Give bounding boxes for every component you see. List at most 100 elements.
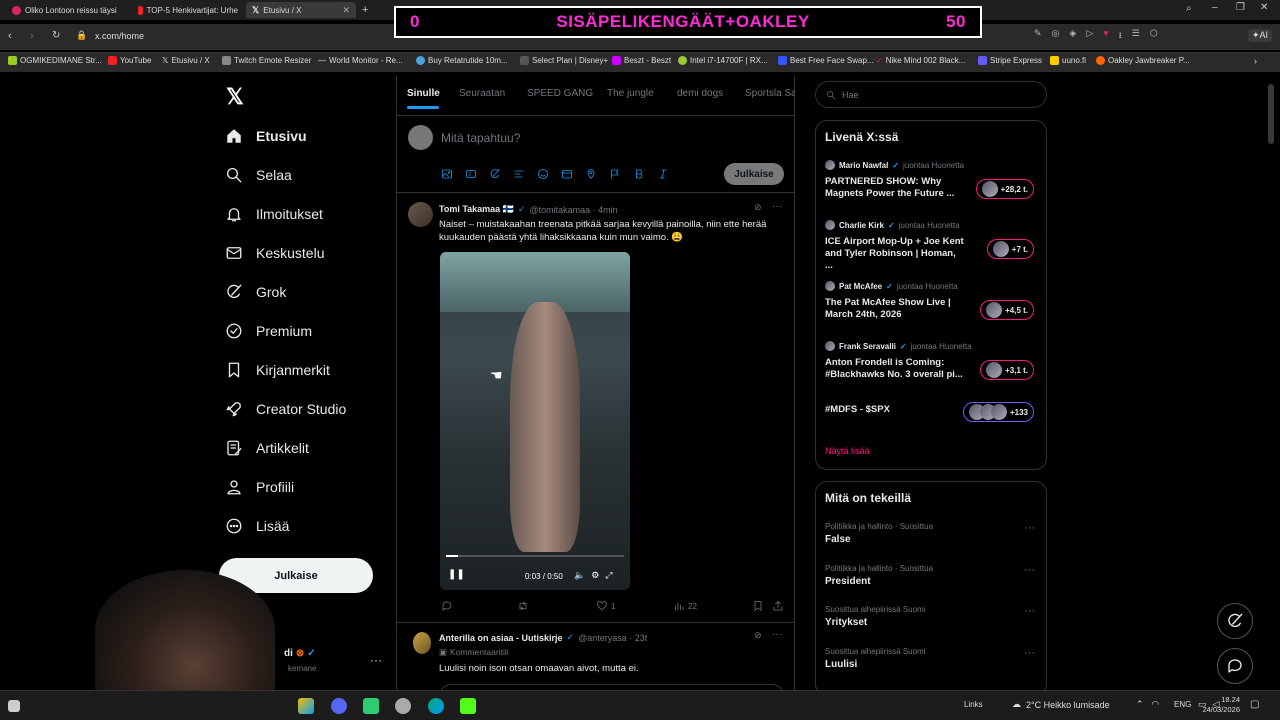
composer-input[interactable]: Mitä tapahtuu? [441, 131, 520, 145]
start-icon[interactable] [8, 700, 20, 712]
x-logo-icon[interactable]: 𝕏 [226, 84, 244, 110]
nav-item-articles[interactable]: Artikkelit [225, 437, 309, 459]
tweet-more-icon[interactable]: ··· [772, 629, 782, 640]
tab-for-you[interactable]: Sinulle [407, 88, 440, 99]
clock[interactable]: 18.24 24/03/2026 [1200, 695, 1240, 715]
search-tabs-icon[interactable]: ⌕ [1186, 3, 1192, 14]
settings-icon[interactable]: ⚙ [591, 570, 599, 581]
wifi-icon[interactable]: ◠ [1152, 699, 1160, 710]
video-player[interactable]: ❚❚ 0:03 / 0:50 🔈 ⚙ ⤢ [440, 252, 630, 590]
nav-item-explore[interactable]: Selaa [225, 164, 292, 186]
bookmark-icon[interactable] [752, 600, 764, 612]
copilot-icon[interactable] [298, 698, 314, 714]
author-handle[interactable]: @tomitakamaa · 4min [529, 205, 617, 215]
language-indicator[interactable]: ENG [1174, 700, 1191, 709]
more-bookmarks-icon[interactable]: › [1254, 56, 1257, 66]
nav-item-more[interactable]: Lisää [225, 515, 289, 537]
download-icon[interactable]: ⭳ [1119, 28, 1122, 46]
tab-sports[interactable]: Sportsla Sa [745, 88, 795, 99]
tab-demi-dogs[interactable]: demi dogs [677, 88, 723, 99]
scrollbar-thumb[interactable] [1268, 84, 1274, 144]
share-icon[interactable] [772, 600, 784, 612]
messages-float-button[interactable] [1217, 648, 1253, 684]
weather-widget[interactable]: ☁ 2°C Heikko lumisade [1012, 699, 1110, 710]
bookmark[interactable]: YouTube [108, 56, 151, 65]
live-item[interactable]: Charlie Kirk ✓ juontaa Huonetta ICE Airpor… [825, 220, 1040, 272]
nav-item-grok[interactable]: Grok [225, 281, 286, 303]
reload-icon[interactable]: ↻ [52, 30, 60, 41]
maximize-icon[interactable]: ❐ [1236, 2, 1245, 13]
bookmark[interactable]: Intel i7-14700F | RX... [678, 56, 768, 65]
ai-button[interactable]: ✦AI [1248, 29, 1273, 42]
notifications-icon[interactable]: ▢ [1250, 699, 1259, 710]
shield-icon[interactable]: ◈ [1069, 28, 1076, 46]
bookmark[interactable]: Oakley Jawbreaker P... [1096, 56, 1190, 65]
grok-icon[interactable]: ⊘ [754, 630, 762, 641]
forward-icon[interactable]: › [30, 30, 34, 42]
nav-item-notifications[interactable]: Ilmoitukset [225, 203, 323, 225]
account-name[interactable]: di ⊗ ✓ [284, 648, 316, 659]
kick-icon[interactable] [460, 698, 476, 714]
bold-icon[interactable] [633, 168, 645, 180]
show-more-link[interactable]: Näytä lisää [825, 446, 870, 456]
emoji-icon[interactable] [537, 168, 549, 180]
avatar[interactable] [413, 632, 431, 654]
browser-tab[interactable]: Oliko Lontoon reissu täysi [6, 2, 130, 18]
tweet-more-icon[interactable]: ··· [772, 201, 782, 212]
edge-icon[interactable] [428, 698, 444, 714]
bookmark[interactable]: Twitch Emote Resizer [222, 56, 311, 65]
live-item[interactable]: Pat McAfee ✓ juontaa Huonetta The Pat McAf… [825, 281, 1040, 333]
trend-item[interactable]: Politiikka ja hallinto · Suosittua False ·… [825, 522, 1035, 545]
poll-icon[interactable] [513, 168, 525, 180]
flag-icon[interactable] [609, 168, 621, 180]
back-icon[interactable]: ‹ [8, 30, 12, 42]
views-icon[interactable] [673, 600, 685, 612]
grok-icon[interactable] [489, 168, 501, 180]
account-more-icon[interactable]: ··· [370, 653, 382, 667]
menu-icon[interactable]: ☰ [1132, 28, 1140, 46]
search-input[interactable]: Hae [842, 90, 859, 100]
bookmark[interactable]: Beszt - Beszt [612, 56, 671, 65]
heart-icon[interactable]: ♥ [1103, 28, 1108, 46]
reply-icon[interactable] [441, 600, 453, 612]
trend-more-icon[interactable]: ··· [1024, 564, 1035, 576]
bookmark[interactable]: OGMIKEDIMANE Str... [8, 56, 102, 65]
schedule-icon[interactable] [561, 168, 573, 180]
composer-post-button[interactable]: Julkaise [724, 163, 784, 185]
video-progress-track[interactable] [446, 555, 624, 557]
bookmark[interactable]: Stripe Express [978, 56, 1042, 65]
url-field[interactable]: x.com/home [95, 31, 144, 41]
tray-chevron-icon[interactable]: ⌃ [1136, 699, 1144, 710]
gif-icon[interactable] [465, 168, 477, 180]
fullscreen-icon[interactable]: ⤢ [605, 570, 612, 581]
trend-more-icon[interactable]: ··· [1024, 522, 1035, 534]
links-toolbar[interactable]: Links [964, 700, 983, 709]
camera-icon[interactable]: ◎ [1052, 28, 1060, 46]
like-icon[interactable] [596, 600, 608, 612]
tab-the-jungle[interactable]: The jungle [607, 88, 654, 99]
tab-speed-gang[interactable]: SPEED GANG [527, 88, 593, 99]
bookmark[interactable]: Buy Retatrutide 10m... [416, 56, 508, 65]
live-item[interactable]: #MDFS - $SPX +133 [825, 402, 1040, 428]
nav-item-home[interactable]: Etusivu [225, 125, 307, 147]
volume-icon[interactable]: 🔈 [574, 570, 585, 581]
minimize-icon[interactable]: – [1212, 2, 1218, 13]
trend-more-icon[interactable]: ··· [1024, 605, 1035, 617]
grok-float-button[interactable] [1217, 603, 1253, 639]
avatar[interactable] [408, 202, 433, 227]
extensions-icon[interactable]: ⬡ [1150, 28, 1158, 46]
author-name[interactable]: Tomi Takamaa 🇫🇮 [439, 204, 514, 215]
italic-icon[interactable] [657, 168, 669, 180]
pause-icon[interactable]: ❚❚ [448, 569, 465, 580]
new-tab-icon[interactable]: + [362, 4, 368, 16]
grok-icon[interactable]: ⊘ [754, 202, 762, 213]
browser-tab[interactable]: TOP-5 Henkivartijat: Urhe [132, 2, 244, 18]
repost-icon[interactable] [517, 600, 529, 612]
image-icon[interactable] [441, 168, 453, 180]
bookmark[interactable]: uuno.fi [1050, 56, 1086, 65]
nav-item-profile[interactable]: Profiili [225, 476, 294, 498]
author-name[interactable]: Anterilla on asiaa - Uutiskirje [439, 633, 563, 643]
bookmark[interactable]: 𝕏 Etusivu / X [162, 56, 210, 65]
bookmark[interactable]: Best Free Face Swap... [778, 56, 874, 65]
close-tab-icon[interactable]: ✕ [342, 5, 350, 16]
